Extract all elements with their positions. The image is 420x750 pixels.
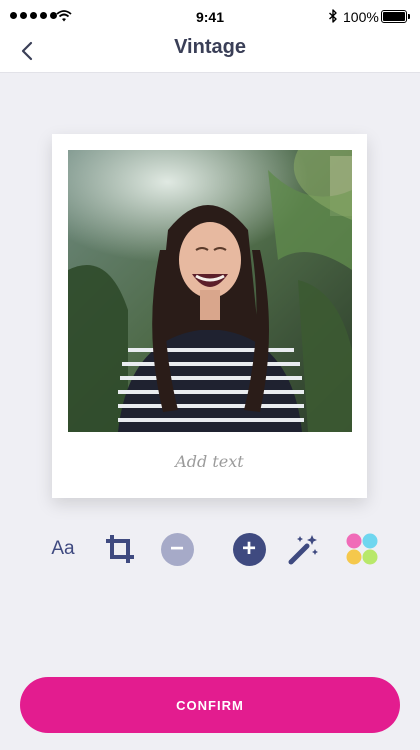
text-tool-button[interactable]: Aa bbox=[46, 531, 80, 567]
caption-input[interactable]: Add text bbox=[52, 452, 367, 471]
page-title: Vintage bbox=[174, 36, 246, 58]
navigation-bar: Vintage bbox=[0, 34, 420, 73]
confirm-button[interactable]: CONFIRM bbox=[20, 677, 400, 733]
photo[interactable] bbox=[68, 150, 352, 432]
photo-image bbox=[68, 150, 352, 432]
minus-icon: − bbox=[160, 532, 194, 566]
magic-wand-icon bbox=[288, 535, 318, 565]
battery-percentage: 100% bbox=[343, 9, 379, 25]
status-bar: 9:41 100% bbox=[0, 0, 420, 34]
photo-card: Add text bbox=[52, 134, 367, 498]
zoom-in-button[interactable]: + bbox=[231, 531, 267, 567]
crop-button[interactable] bbox=[100, 531, 140, 567]
crop-icon bbox=[106, 535, 134, 563]
zoom-out-button[interactable]: − bbox=[159, 531, 195, 567]
confirm-button-label: CONFIRM bbox=[176, 697, 244, 713]
color-palette-button[interactable] bbox=[344, 531, 380, 567]
color-palette-icon bbox=[346, 533, 378, 565]
plus-icon: + bbox=[232, 532, 266, 566]
bluetooth-icon bbox=[329, 9, 337, 23]
battery-icon bbox=[381, 10, 410, 23]
magic-wand-button[interactable] bbox=[286, 531, 322, 567]
